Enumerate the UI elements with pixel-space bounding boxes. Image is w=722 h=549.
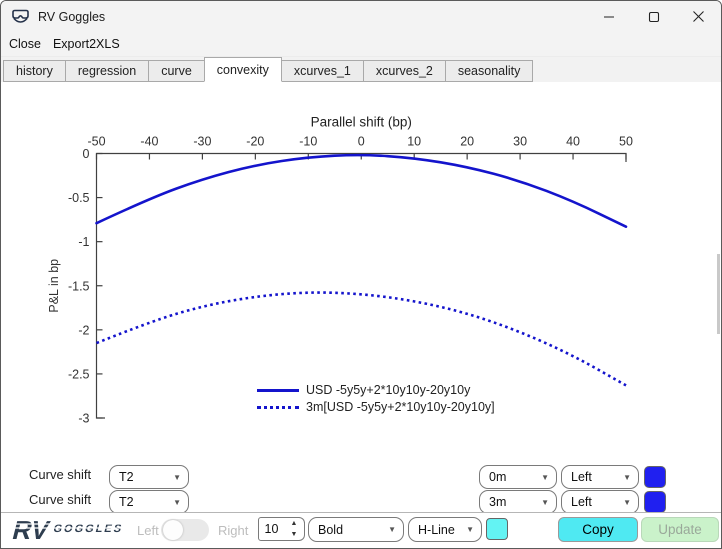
toggle-right-label: Right xyxy=(218,523,249,538)
update-button[interactable]: Update xyxy=(641,517,719,542)
y-tick-label: -1 xyxy=(78,235,89,249)
line-color-swatch[interactable] xyxy=(486,518,508,540)
side-select-1[interactable]: Left ▼ xyxy=(561,465,639,489)
x-tick-label: -20 xyxy=(246,135,264,149)
y-tick-label: -1.5 xyxy=(68,279,90,293)
spinner-up-icon[interactable]: ▲ xyxy=(284,518,304,529)
menu-item-close[interactable]: Close xyxy=(9,37,41,51)
line-style-select[interactable]: H-Line ▼ xyxy=(408,517,482,542)
tab-strip: history regression curve convexity xcurv… xyxy=(1,57,721,82)
chevron-down-icon: ▼ xyxy=(173,497,181,507)
toggle-knob[interactable] xyxy=(163,520,183,540)
x-tick-label: 0 xyxy=(358,135,365,149)
series-solid-line xyxy=(95,153,628,228)
chevron-down-icon: ▼ xyxy=(173,472,181,482)
tab-curve[interactable]: curve xyxy=(148,60,205,82)
tab-regression[interactable]: regression xyxy=(64,60,150,82)
x-tick-label: -30 xyxy=(193,135,211,149)
x-tick-label: 20 xyxy=(460,135,474,149)
curve-shift-label-2: Curve shift xyxy=(29,492,92,507)
close-button[interactable] xyxy=(676,1,721,32)
minimize-button[interactable] xyxy=(586,1,631,32)
title-bar: RV Goggles xyxy=(1,1,721,32)
close-icon xyxy=(693,11,704,22)
minimize-icon xyxy=(603,15,614,18)
font-size-stepper[interactable]: ▲ ▼ xyxy=(284,517,305,541)
font-size-input[interactable]: 10 xyxy=(258,517,285,541)
app-window: RV Goggles Close Export2XLS history regr… xyxy=(0,0,722,549)
series-color-swatch-2[interactable] xyxy=(644,491,666,513)
tab-seasonality[interactable]: seasonality xyxy=(444,60,534,82)
tenor-select-2[interactable]: 3m ▼ xyxy=(479,490,557,514)
logo-goggles-text: GOGGLES xyxy=(52,523,124,535)
x-axis-title: Parallel shift (bp) xyxy=(311,115,412,130)
legend-label: USD -5y5y+2*10y10y-20y10y xyxy=(306,383,471,397)
x-tick-label: 40 xyxy=(566,135,580,149)
x-tick-label: 30 xyxy=(513,135,527,149)
tab-convexity[interactable]: convexity xyxy=(203,57,282,82)
maximize-icon xyxy=(648,11,659,22)
x-tick-label: 50 xyxy=(619,135,633,149)
window-title: RV Goggles xyxy=(38,9,106,24)
copy-button[interactable]: Copy xyxy=(558,517,638,542)
curve-shift-label-1: Curve shift xyxy=(29,467,92,482)
solid-line-sample xyxy=(257,388,299,392)
legend-label: 3m[USD -5y5y+2*10y10y-20y10y] xyxy=(306,400,495,414)
y-axis-label: P&L in bp xyxy=(47,259,61,313)
rv-goggles-logo: RV GOGGLES xyxy=(5,515,145,548)
legend-item-solid: USD -5y5y+2*10y10y-20y10y xyxy=(257,382,495,398)
footer-toolbar: RV GOGGLES Left Right 10 ▲ ▼ Bold ▼ H-Li… xyxy=(1,512,721,548)
chevron-down-icon: ▼ xyxy=(541,472,549,482)
scrollbar-thumb[interactable] xyxy=(717,254,720,334)
left-right-toggle[interactable] xyxy=(161,519,209,541)
window-controls xyxy=(586,1,721,32)
menu-item-export2xls[interactable]: Export2XLS xyxy=(53,37,120,51)
x-tick-label: -50 xyxy=(87,135,105,149)
toggle-left-label: Left xyxy=(137,523,159,538)
curve-shift-select-1[interactable]: T2 ▼ xyxy=(109,465,189,489)
chevron-down-icon: ▼ xyxy=(623,497,631,507)
menu-bar: Close Export2XLS xyxy=(1,32,721,57)
tenor-select-1[interactable]: 0m ▼ xyxy=(479,465,557,489)
axis xyxy=(95,152,627,419)
series-dotted-line xyxy=(96,291,627,387)
x-tick-label: -10 xyxy=(299,135,317,149)
dotted-line-sample xyxy=(257,405,299,409)
side-select-2[interactable]: Left ▼ xyxy=(561,490,639,514)
chevron-down-icon: ▼ xyxy=(541,497,549,507)
y-tick-label: -0.5 xyxy=(68,191,90,205)
spinner-down-icon[interactable]: ▼ xyxy=(284,529,304,540)
chevron-down-icon: ▼ xyxy=(623,472,631,482)
chevron-down-icon: ▼ xyxy=(466,525,474,534)
x-tick-label: 10 xyxy=(407,135,421,149)
chevron-down-icon: ▼ xyxy=(388,525,396,534)
maximize-button[interactable] xyxy=(631,1,676,32)
tab-history[interactable]: history xyxy=(3,60,66,82)
series-color-swatch-1[interactable] xyxy=(644,466,666,488)
x-tick-label: -40 xyxy=(140,135,158,149)
font-weight-select[interactable]: Bold ▼ xyxy=(308,517,404,542)
legend-item-dotted: 3m[USD -5y5y+2*10y10y-20y10y] xyxy=(257,399,495,415)
tab-xcurves-2[interactable]: xcurves_2 xyxy=(362,60,446,82)
logo-rv-text: RV xyxy=(10,515,53,545)
y-tick-label: -2.5 xyxy=(68,367,90,381)
curve-shift-select-2[interactable]: T2 ▼ xyxy=(109,490,189,514)
tab-xcurves-1[interactable]: xcurves_1 xyxy=(280,60,364,82)
goggles-icon xyxy=(11,9,30,24)
chart-legend: USD -5y5y+2*10y10y-20y10y 3m[USD -5y5y+2… xyxy=(257,382,495,415)
y-tick-label: -2 xyxy=(78,323,89,337)
y-tick-label: -3 xyxy=(78,412,89,426)
y-tick-label: 0 xyxy=(83,147,90,161)
